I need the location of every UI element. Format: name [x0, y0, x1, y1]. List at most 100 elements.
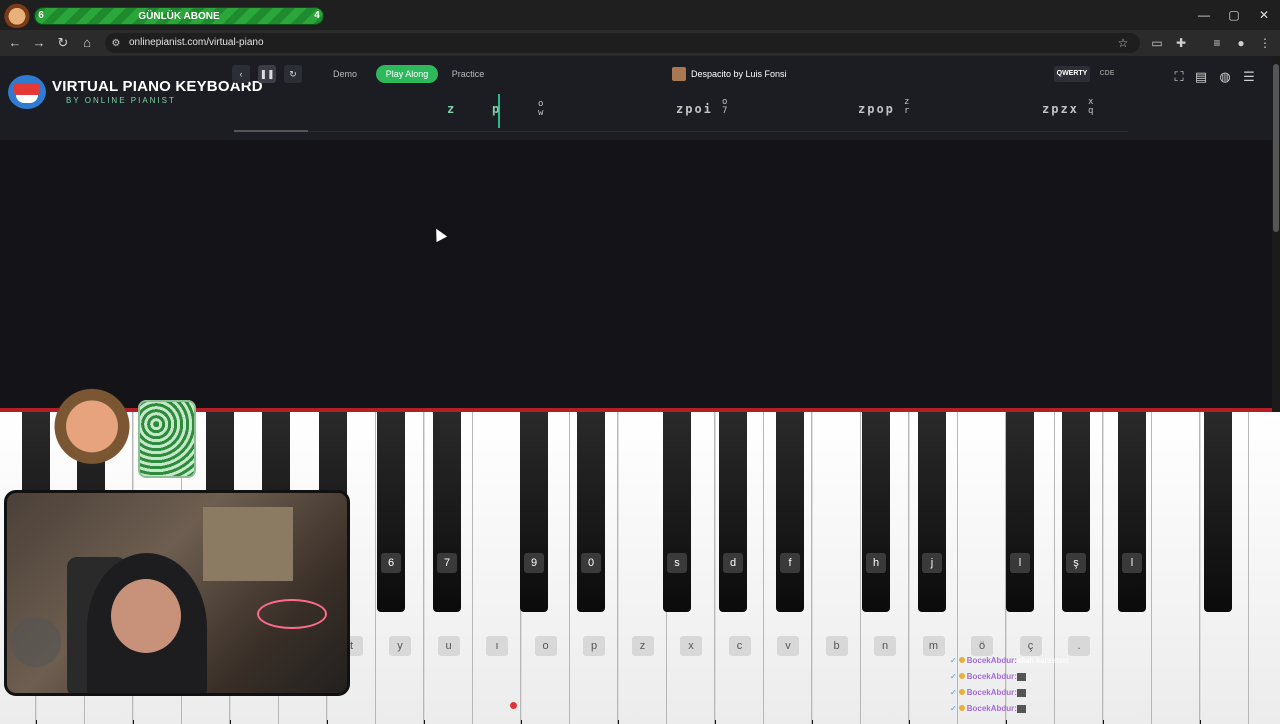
verified-check-icon: ✓ — [950, 704, 957, 713]
white-key[interactable] — [1152, 412, 1200, 724]
media-icon[interactable]: ≡ — [1208, 34, 1226, 52]
subscriber-goal-overlay: GÜNLÜK ABONE 6 4 — [0, 0, 325, 30]
language-globe-icon[interactable]: ◍ — [1216, 68, 1234, 86]
black-key[interactable]: f — [776, 412, 804, 612]
fullscreen-icon[interactable]: ⛶ — [1170, 68, 1188, 86]
profile-icon[interactable]: ● — [1232, 34, 1250, 52]
layout-qwerty-toggle[interactable]: QWERTY — [1054, 66, 1090, 82]
reload-icon[interactable]: ↻ — [54, 34, 72, 52]
browser-menu-icon[interactable]: ⋮ — [1256, 34, 1274, 52]
back-icon[interactable]: ← — [6, 34, 24, 52]
chord-xq-bottom: q — [1088, 106, 1094, 116]
minimize-button[interactable]: — — [1192, 6, 1216, 24]
fan-object — [11, 617, 61, 667]
white-key-label: . — [1068, 636, 1090, 656]
extensions-icon[interactable]: ✚ — [1172, 34, 1190, 52]
note-z: z — [447, 102, 457, 116]
menu-icon[interactable]: ☰ — [1240, 68, 1258, 86]
player-controls: ‹ ❚❚ ↻ Demo Play Along Practice Despacit… — [232, 64, 1128, 84]
mode-play-along-button[interactable]: Play Along — [376, 65, 438, 83]
sub-badge-icon — [958, 705, 965, 711]
chat-icon[interactable]: ▤ — [1192, 68, 1210, 86]
white-key[interactable] — [1249, 412, 1280, 724]
chord-ow-bottom: w — [538, 108, 544, 118]
chord-ow: o w — [538, 100, 543, 118]
chat-message: ✓ BocekAbdur: — [950, 704, 1026, 718]
song-title: Despacito by Luis Fonsi — [691, 69, 787, 79]
white-key-label: ı — [486, 636, 508, 656]
note-group-zpoi: zpoi — [676, 102, 713, 116]
scrollbar-thumb[interactable] — [1273, 64, 1279, 232]
logo-mascot-icon — [8, 75, 46, 109]
black-key[interactable]: 0 — [577, 412, 605, 612]
sub-goal-bar: GÜNLÜK ABONE — [34, 7, 324, 25]
maximize-button[interactable]: ▢ — [1222, 6, 1246, 24]
forward-icon[interactable]: → — [30, 34, 48, 52]
address-bar[interactable]: onlinepianist.com/virtual-piano — [105, 33, 1140, 53]
black-key[interactable]: h — [862, 412, 890, 612]
black-key[interactable]: s — [663, 412, 691, 612]
middle-c-marker — [510, 702, 517, 709]
mode-demo-button[interactable]: Demo — [322, 65, 368, 83]
verified-check-icon: ✓ — [950, 656, 957, 665]
chat-username: BocekAbdur: — [966, 672, 1017, 681]
chat-message: ✓ BocekAbdur:allah kahretsin — [950, 656, 1069, 670]
white-key-label: p — [583, 636, 605, 656]
black-key-label: 6 — [381, 553, 401, 573]
previous-icon[interactable]: ‹ — [232, 65, 250, 83]
sub-goal-label: GÜNLÜK ABONE — [138, 10, 220, 22]
close-window-button[interactable]: ✕ — [1252, 6, 1276, 24]
sub-badge-icon — [958, 657, 965, 663]
wall-map-poster — [203, 507, 293, 581]
black-key[interactable]: ş — [1062, 412, 1090, 612]
white-key[interactable]: ı — [473, 412, 521, 724]
white-key-label: u — [437, 636, 460, 656]
mode-practice-button[interactable]: Practice — [444, 65, 492, 83]
black-key[interactable]: j — [918, 412, 946, 612]
header-tools: ⛶ ▤ ◍ ☰ — [1166, 66, 1266, 88]
black-key[interactable]: 6 — [377, 412, 405, 612]
sub-goal-target: 4 — [314, 10, 320, 21]
black-key-label: h — [866, 553, 886, 573]
chord-zr-bottom: r — [904, 106, 910, 116]
bookmark-star-icon[interactable]: ☆ — [1114, 34, 1132, 52]
black-key[interactable] — [1204, 412, 1232, 612]
chord-xq: x q — [1088, 98, 1093, 116]
black-key[interactable]: l — [1006, 412, 1034, 612]
verified-check-icon: ✓ — [950, 672, 957, 681]
white-key-label: y — [389, 636, 411, 656]
black-key[interactable]: 7 — [433, 412, 461, 612]
white-key-label: z — [631, 636, 654, 656]
black-key-label: 9 — [524, 553, 544, 573]
white-key[interactable]: z — [618, 412, 667, 724]
home-icon[interactable]: ⌂ — [78, 34, 96, 52]
black-key[interactable]: d — [719, 412, 747, 612]
neon-light — [257, 599, 327, 629]
black-key-label: d — [723, 553, 743, 573]
white-key[interactable]: b — [812, 412, 861, 724]
black-key-label: l — [1010, 553, 1030, 573]
chord-o7-bottom: 7 — [722, 106, 728, 116]
white-key-label: c — [728, 636, 751, 656]
black-key[interactable]: 9 — [520, 412, 548, 612]
chat-emote-icon — [1016, 672, 1026, 681]
cast-icon[interactable]: ▭ — [1148, 34, 1166, 52]
url-text: onlinepianist.com/virtual-piano — [129, 37, 264, 48]
song-progress-bar[interactable] — [234, 130, 308, 132]
site-logo[interactable]: VIRTUAL PIANO KEYBOARD BY ONLINE PIANIST — [8, 72, 263, 112]
song-selector[interactable]: Despacito by Luis Fonsi — [672, 64, 787, 84]
site-info-icon[interactable]: ⚙ — [107, 35, 125, 53]
white-key-label: m — [922, 636, 945, 656]
chat-text: allah kahretsin — [1016, 656, 1069, 665]
black-key-label: 0 — [581, 553, 601, 573]
song-thumbnail — [672, 67, 686, 81]
restart-icon[interactable]: ↻ — [284, 65, 302, 83]
layout-cde-toggle[interactable]: CDE — [1096, 66, 1118, 82]
streamer-emote-sticker — [50, 378, 134, 466]
white-key-label: ö — [971, 636, 993, 656]
piano-header: VIRTUAL PIANO KEYBOARD BY ONLINE PIANIST… — [0, 56, 1272, 140]
note-group-zpzx: zpzx — [1042, 102, 1079, 116]
pause-icon[interactable]: ❚❚ — [258, 65, 276, 83]
note-p: p — [492, 102, 502, 116]
black-key[interactable]: l — [1118, 412, 1146, 612]
